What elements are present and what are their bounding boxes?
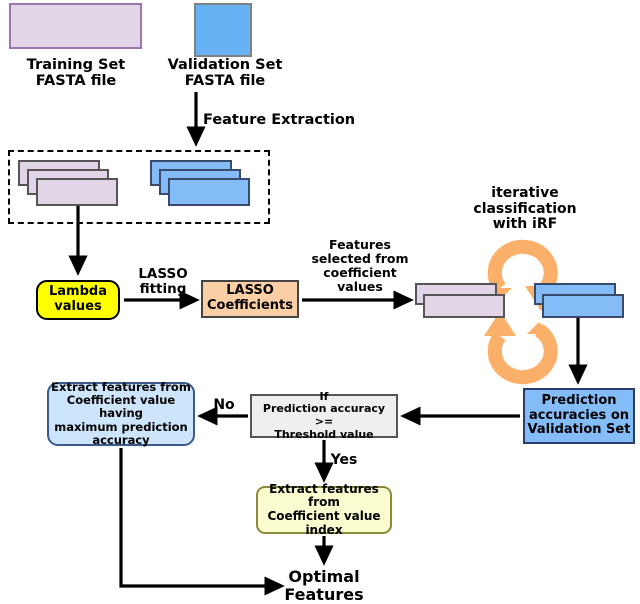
prediction-accuracies-label: Prediction accuracies on Validation Set [527,392,631,438]
extract-coefficient-index-label: Extract features from Coefficient value … [267,481,381,537]
lambda-values-box: Lambda values [36,280,120,320]
feature-extraction-label: Feature Extraction [203,112,356,128]
decision-box: If Prediction accuracy >= Threshold valu… [250,389,398,441]
lasso-fitting-label: LASSO fitting [138,266,188,298]
features-selected-label: Features selected from coefficient value… [311,237,409,294]
lambda-values-label: Lambda values [49,284,107,314]
iterative-classification-label: iterative classification with iRF [473,185,577,233]
validation-set-box [194,3,252,57]
lasso-coefficients-box: LASSO Coefficients [201,280,299,318]
irf-training-sheet [423,294,505,318]
lasso-coefficients-label: LASSO Coefficients [207,283,293,313]
extract-coefficient-index-box: Extract features from Coefficient value … [256,481,392,537]
training-set-label: Training Set FASTA file [26,57,126,90]
irf-validation-sheet [542,294,624,318]
no-edge-label: No [213,397,235,413]
yes-edge-label: Yes [330,452,358,468]
extract-max-accuracy-box: Extract features from Coefficient value … [47,380,195,447]
prediction-accuracies-box: Prediction accuracies on Validation Set [523,388,635,444]
training-feature-sheet [36,178,118,206]
training-set-box [9,3,142,49]
validation-feature-sheet [168,178,250,206]
irf-loop-bottom-arrow [484,311,558,385]
decision-label: If Prediction accuracy >= Threshold valu… [262,389,386,441]
extract-max-accuracy-label: Extract features from Coefficient value … [51,380,191,447]
optimal-features-label: Optimal Features [284,567,364,604]
validation-set-label: Validation Set FASTA file [167,57,283,90]
